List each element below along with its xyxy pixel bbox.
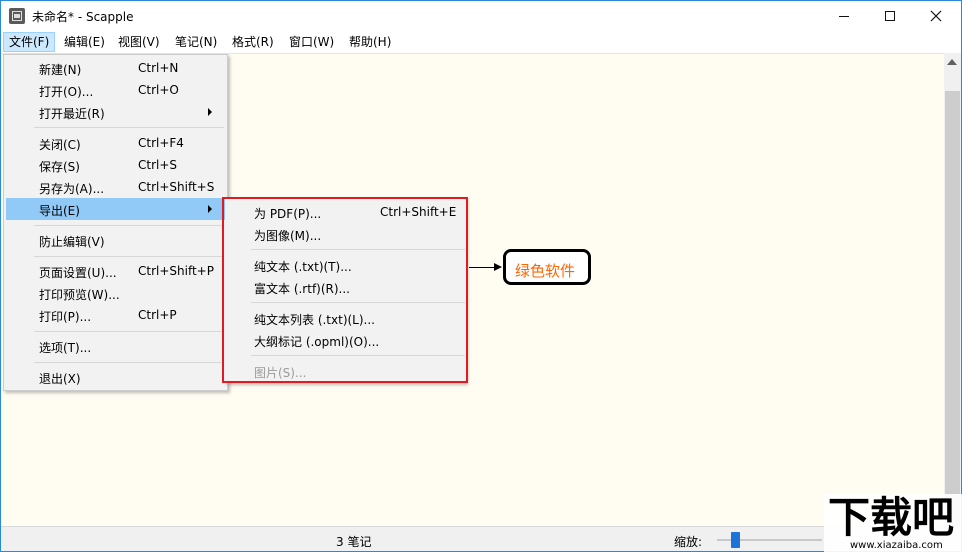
menu-item-label: 富文本 (.rtf)(R)... xyxy=(254,282,351,296)
zoom-label: 缩放: xyxy=(674,535,703,549)
menu-item-page-setup[interactable]: 页面设置(U)... Ctrl+Shift+P xyxy=(6,260,225,282)
export-submenu: 为 PDF(P)... Ctrl+Shift+E 为图像(M)... 纯文本 (… xyxy=(225,197,466,383)
minimize-icon xyxy=(839,15,849,17)
menu-item-save[interactable]: 保存(S) Ctrl+S xyxy=(6,154,225,176)
menu-separator xyxy=(251,249,465,250)
menu-file[interactable]: 文件(F) xyxy=(3,32,56,52)
menu-item-shortcut: Ctrl+N xyxy=(138,61,179,75)
menu-item-label: 防止编辑(V) xyxy=(39,235,105,249)
watermark: 下载吧 www.xiazaiba.com xyxy=(824,494,962,552)
menu-item-exit[interactable]: 退出(X) xyxy=(6,366,225,388)
menu-item-shortcut: Ctrl+Shift+E xyxy=(380,205,457,219)
menu-item-new[interactable]: 新建(N) Ctrl+N xyxy=(6,57,225,79)
menu-item-label: 打开(O)... xyxy=(39,85,94,99)
menu-item-label: 新建(N) xyxy=(39,63,82,77)
menu-item-shortcut: Ctrl+S xyxy=(138,158,178,172)
menu-item-export[interactable]: 导出(E) xyxy=(6,198,225,220)
menu-item-label: 打开最近(R) xyxy=(39,107,105,121)
menu-separator xyxy=(34,127,224,128)
menu-edit[interactable]: 编辑(E) xyxy=(59,32,110,52)
menu-item-label: 大纲标记 (.opml)(O)... xyxy=(254,335,380,349)
menu-item-shortcut: Ctrl+F4 xyxy=(138,136,184,150)
window-title: 未命名* - Scapple xyxy=(32,10,134,24)
menu-item-label: 关闭(C) xyxy=(39,138,81,152)
watermark-logo-text: 下载吧 xyxy=(828,493,955,542)
export-opml-item[interactable]: 大纲标记 (.opml)(O)... xyxy=(225,329,466,351)
export-pdf-item[interactable]: 为 PDF(P)... Ctrl+Shift+E xyxy=(225,201,466,223)
status-bar: 3 笔记 缩放: xyxy=(1,526,961,551)
menu-item-label: 为 PDF(P)... xyxy=(254,207,322,221)
menu-format[interactable]: 格式(R) xyxy=(227,32,279,52)
close-icon xyxy=(930,10,942,22)
export-rtf-item[interactable]: 富文本 (.rtf)(R)... xyxy=(225,276,466,298)
menu-bar: 文件(F) 编辑(E) 视图(V) 笔记(N) 格式(R) 窗口(W) 帮助(H… xyxy=(1,31,961,53)
export-pictures-item: 图片(S)... xyxy=(225,360,466,382)
menu-item-print[interactable]: 打印(P)... Ctrl+P xyxy=(6,304,225,326)
menu-item-label: 另存为(A)... xyxy=(39,182,105,196)
submenu-arrow-icon xyxy=(208,108,212,116)
menu-item-print-preview[interactable]: 打印预览(W)... xyxy=(6,282,225,304)
menu-item-label: 退出(X) xyxy=(39,372,81,386)
menu-item-open-recent[interactable]: 打开最近(R) xyxy=(6,101,225,123)
export-txt-list-item[interactable]: 纯文本列表 (.txt)(L)... xyxy=(225,307,466,329)
menu-separator xyxy=(34,362,224,363)
menu-item-label: 纯文本列表 (.txt)(L)... xyxy=(254,313,375,327)
menu-window[interactable]: 窗口(W) xyxy=(284,32,339,52)
menu-notes[interactable]: 笔记(N) xyxy=(170,32,222,52)
maximize-icon xyxy=(885,11,895,21)
menu-item-label: 图片(S)... xyxy=(254,366,307,380)
menu-item-label: 导出(E) xyxy=(39,204,80,218)
menu-item-save-as[interactable]: 另存为(A)... Ctrl+Shift+S xyxy=(6,176,225,198)
app-window: 未命名* - Scapple 文件(F) 编辑(E) 视图(V) 笔记(N) 格… xyxy=(0,0,962,552)
zoom-slider-thumb[interactable] xyxy=(731,532,740,548)
watermark-url: www.xiazaiba.com xyxy=(850,540,943,551)
menu-separator xyxy=(251,302,465,303)
menu-item-label: 为图像(M)... xyxy=(254,229,322,243)
menu-view[interactable]: 视图(V) xyxy=(113,32,165,52)
callout-text: 绿色软件 xyxy=(515,262,576,280)
menu-help[interactable]: 帮助(H) xyxy=(344,32,396,52)
menu-item-prevent-editing[interactable]: 防止编辑(V) xyxy=(6,229,225,251)
menu-item-label: 保存(S) xyxy=(39,160,80,174)
submenu-arrow-icon xyxy=(208,205,212,213)
scrollbar-thumb[interactable] xyxy=(945,91,960,529)
note-count: 3 笔记 xyxy=(336,535,372,549)
menu-item-shortcut: Ctrl+O xyxy=(138,83,179,97)
menu-item-label: 打印预览(W)... xyxy=(39,288,120,302)
export-txt-item[interactable]: 纯文本 (.txt)(T)... xyxy=(225,254,466,276)
menu-item-close[interactable]: 关闭(C) Ctrl+F4 xyxy=(6,132,225,154)
menu-item-shortcut: Ctrl+Shift+P xyxy=(138,264,214,278)
maximize-button[interactable] xyxy=(867,1,913,31)
close-button[interactable] xyxy=(913,1,959,31)
menu-item-label: 选项(T)... xyxy=(39,341,92,355)
menu-item-open[interactable]: 打开(O)... Ctrl+O xyxy=(6,79,225,101)
menu-item-options[interactable]: 选项(T)... xyxy=(6,335,225,357)
menu-item-shortcut: Ctrl+Shift+S xyxy=(138,180,215,194)
menu-separator xyxy=(34,225,224,226)
scroll-up-icon[interactable] xyxy=(947,59,957,65)
title-bar: 未命名* - Scapple xyxy=(1,1,961,31)
menu-item-label: 纯文本 (.txt)(T)... xyxy=(254,260,352,274)
menu-separator xyxy=(34,331,224,332)
vertical-scrollbar[interactable] xyxy=(944,53,961,529)
callout-label: 绿色软件 xyxy=(503,249,591,285)
menu-item-label: 页面设置(U)... xyxy=(39,266,117,280)
arrow-right-icon xyxy=(494,263,502,271)
menu-separator xyxy=(251,355,465,356)
callout-arrow-line xyxy=(469,267,495,268)
menu-item-shortcut: Ctrl+P xyxy=(138,308,177,322)
menu-item-label: 打印(P)... xyxy=(39,310,92,324)
scapple-app-icon xyxy=(9,8,25,24)
menu-separator xyxy=(34,256,224,257)
file-menu-dropdown: 新建(N) Ctrl+N 打开(O)... Ctrl+O 打开最近(R) 关闭(… xyxy=(3,54,228,391)
export-image-item[interactable]: 为图像(M)... xyxy=(225,223,466,245)
minimize-button[interactable] xyxy=(821,1,867,31)
